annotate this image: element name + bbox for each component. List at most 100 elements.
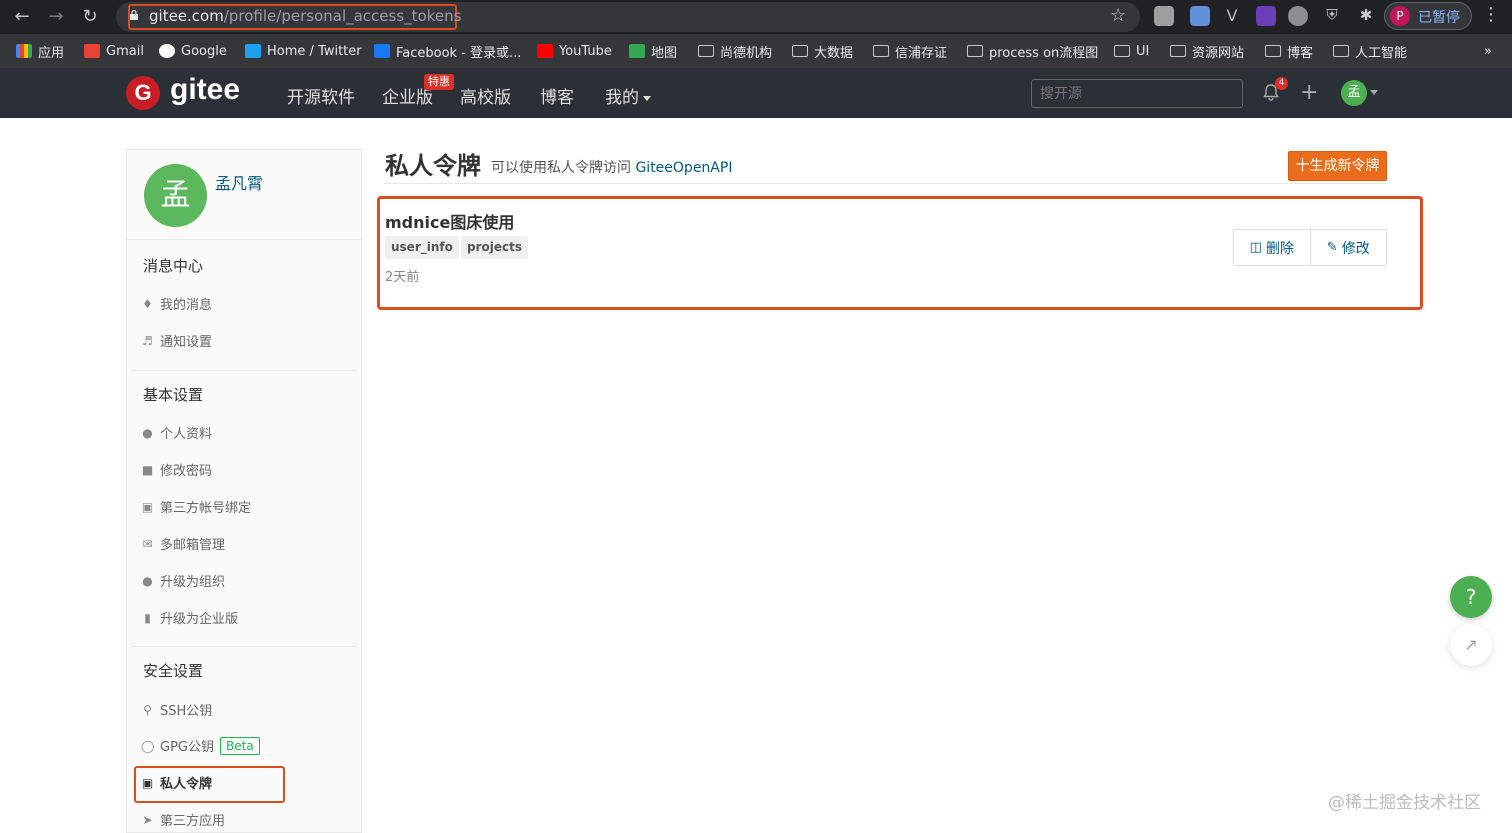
bookmark-maps[interactable]: 地图 bbox=[629, 42, 677, 61]
sidebar-item-upgrade-org[interactable]: ● 升级为组织 bbox=[141, 571, 226, 591]
bookmark-folder[interactable]: 大数据 bbox=[792, 42, 854, 61]
url-path: /profile/personal_access_tokens bbox=[223, 7, 462, 25]
bookmark-folder[interactable]: 博客 bbox=[1265, 42, 1313, 61]
gitee-logo-icon[interactable]: G bbox=[126, 76, 160, 110]
bookmark-label: 应用 bbox=[38, 45, 65, 61]
sidebar-item-label: 升级为组织 bbox=[160, 575, 226, 590]
sidebar-item-third-party-binding[interactable]: ▣ 第三方帐号绑定 bbox=[141, 497, 251, 517]
bookmark-apps[interactable]: 应用 bbox=[16, 42, 65, 61]
folder-icon bbox=[1333, 45, 1349, 57]
unlock-icon: ■ bbox=[141, 462, 154, 477]
sidebar-item-label: SSH公钥 bbox=[160, 704, 213, 719]
notification-badge: 4 bbox=[1275, 77, 1288, 90]
reload-icon[interactable]: ↻ bbox=[78, 5, 102, 29]
apps-grid-icon bbox=[16, 44, 32, 58]
trash-icon: ◫ bbox=[1249, 240, 1262, 255]
shield-icon[interactable]: ⛨ bbox=[1322, 6, 1342, 26]
help-button[interactable]: ? bbox=[1450, 576, 1492, 618]
section-title-security: 安全设置 bbox=[143, 662, 204, 680]
folder-icon bbox=[698, 45, 714, 57]
sidebar-item-label: 升级为企业版 bbox=[160, 612, 239, 627]
bookmark-twitter[interactable]: Home / Twitter bbox=[245, 42, 362, 60]
bookmark-folder[interactable]: 尚德机构 bbox=[698, 42, 773, 61]
bookmark-label: 尚德机构 bbox=[720, 45, 773, 61]
sidebar-item-third-party-apps[interactable]: ➤ 第三方应用 bbox=[141, 810, 225, 830]
sidebar-item-profile[interactable]: ● 个人资料 bbox=[141, 423, 212, 443]
profile-button[interactable]: P 已暂停 bbox=[1384, 2, 1472, 30]
section-title-basic: 基本设置 bbox=[143, 386, 204, 404]
bookmark-youtube[interactable]: YouTube bbox=[537, 42, 612, 60]
more-menu-icon[interactable]: ⋮ bbox=[1482, 4, 1500, 25]
generate-token-button[interactable]: 十生成新令牌 bbox=[1288, 151, 1387, 181]
token-created-time: 2天前 bbox=[385, 270, 420, 285]
user-icon: ● bbox=[142, 425, 153, 440]
bookmark-folder[interactable]: 信浦存证 bbox=[873, 42, 947, 61]
edit-label: 修改 bbox=[1341, 240, 1370, 257]
sidebar-item-ssh-keys[interactable]: ⚲ SSH公钥 bbox=[141, 700, 213, 720]
sidebar-item-gpg-keys[interactable]: ◯ GPG公钥 Beta bbox=[141, 736, 260, 755]
sidebar-item-label: 通知设置 bbox=[160, 335, 213, 350]
bookmark-label: YouTube bbox=[559, 43, 612, 59]
sidebar-item-label: 多邮箱管理 bbox=[160, 538, 226, 553]
users-icon: ● bbox=[142, 573, 153, 588]
bookmark-folder[interactable]: 资源网站 bbox=[1170, 42, 1244, 61]
nav-education[interactable]: 高校版 bbox=[460, 83, 511, 108]
envelope-icon: ✉ bbox=[142, 536, 153, 551]
divider bbox=[384, 183, 1387, 184]
bookmark-label: 大数据 bbox=[814, 45, 854, 61]
profile-card: 孟 孟凡霄 bbox=[127, 150, 361, 240]
bookmark-folder[interactable]: UI bbox=[1114, 42, 1149, 60]
bookmark-star-icon[interactable]: ☆ bbox=[1110, 5, 1126, 26]
sidebar-item-emails[interactable]: ✉ 多邮箱管理 bbox=[141, 534, 226, 554]
extension-icon[interactable] bbox=[1256, 6, 1276, 26]
url-text[interactable]: gitee.com/profile/personal_access_tokens bbox=[149, 7, 461, 25]
sidebar-item-password[interactable]: ■ 修改密码 bbox=[141, 460, 212, 480]
maps-icon bbox=[629, 44, 645, 58]
avatar[interactable]: 孟 bbox=[1341, 80, 1367, 106]
gitee-logo-text[interactable]: gitee bbox=[170, 73, 240, 107]
feedback-icon[interactable]: ↗ bbox=[1450, 624, 1492, 666]
bookmark-facebook[interactable]: Facebook - 登录或... bbox=[374, 42, 522, 61]
nav-blog[interactable]: 博客 bbox=[540, 83, 574, 108]
extension-icon[interactable] bbox=[1288, 6, 1308, 26]
profile-username[interactable]: 孟凡霄 bbox=[215, 170, 263, 194]
gmail-icon bbox=[84, 44, 100, 58]
bookmark-label: Home / Twitter bbox=[267, 43, 362, 59]
extension-icon[interactable] bbox=[1190, 6, 1210, 26]
scope-tag: user_info bbox=[385, 236, 459, 259]
divider bbox=[131, 646, 357, 647]
plus-icon[interactable]: + bbox=[1300, 80, 1318, 105]
token-name: mdnice图床使用 bbox=[385, 213, 515, 232]
bookmark-folder[interactable]: 人工智能 bbox=[1333, 42, 1407, 61]
chevron-down-icon bbox=[643, 95, 651, 101]
avatar[interactable]: 孟 bbox=[144, 164, 207, 227]
nav-open-source[interactable]: 开源软件 bbox=[287, 83, 355, 108]
bookmark-folder[interactable]: process on流程图 bbox=[967, 42, 1098, 61]
subtitle-text: 可以使用私人令牌访问 bbox=[491, 160, 636, 176]
bookmark-gmail[interactable]: Gmail bbox=[84, 42, 144, 60]
key-icon: ⚲ bbox=[143, 702, 152, 717]
profile-avatar: P bbox=[1390, 6, 1410, 26]
forward-icon[interactable]: → bbox=[44, 5, 68, 29]
back-icon[interactable]: ← bbox=[10, 5, 34, 29]
settings-sidebar: 孟 孟凡霄 消息中心 ♦ 我的消息 ♬ 通知设置 基本设置 ● 个人资料 ■ 修改密码 … bbox=[126, 149, 362, 833]
bell-icon: ♦ bbox=[142, 296, 153, 311]
bookmark-google[interactable]: Google bbox=[159, 42, 227, 60]
puzzle-icon[interactable]: ✱ bbox=[1356, 6, 1376, 26]
nav-mine-label: 我的 bbox=[605, 88, 639, 108]
sidebar-item-upgrade-enterprise[interactable]: ▮ 升级为企业版 bbox=[141, 608, 239, 628]
openapi-link[interactable]: GiteeOpenAPI bbox=[635, 160, 732, 176]
building-icon: ▮ bbox=[144, 610, 151, 625]
chevron-down-icon[interactable] bbox=[1370, 90, 1378, 95]
sidebar-item-notification-settings[interactable]: ♬ 通知设置 bbox=[141, 331, 213, 351]
bookmark-label: Facebook - 登录或... bbox=[396, 45, 522, 61]
sidebar-item-my-messages[interactable]: ♦ 我的消息 bbox=[141, 294, 212, 314]
nav-mine[interactable]: 我的 bbox=[605, 83, 651, 108]
bookmarks-overflow[interactable]: » bbox=[1484, 42, 1492, 60]
edit-token-button[interactable]: ✎ 修改 bbox=[1309, 230, 1387, 265]
extension-icon[interactable] bbox=[1154, 6, 1174, 26]
vue-devtools-icon[interactable]: V bbox=[1222, 6, 1242, 26]
search-input[interactable] bbox=[1031, 79, 1243, 108]
delete-token-button[interactable]: ◫ 删除 bbox=[1234, 230, 1310, 265]
promo-badge: 特惠 bbox=[424, 74, 454, 90]
